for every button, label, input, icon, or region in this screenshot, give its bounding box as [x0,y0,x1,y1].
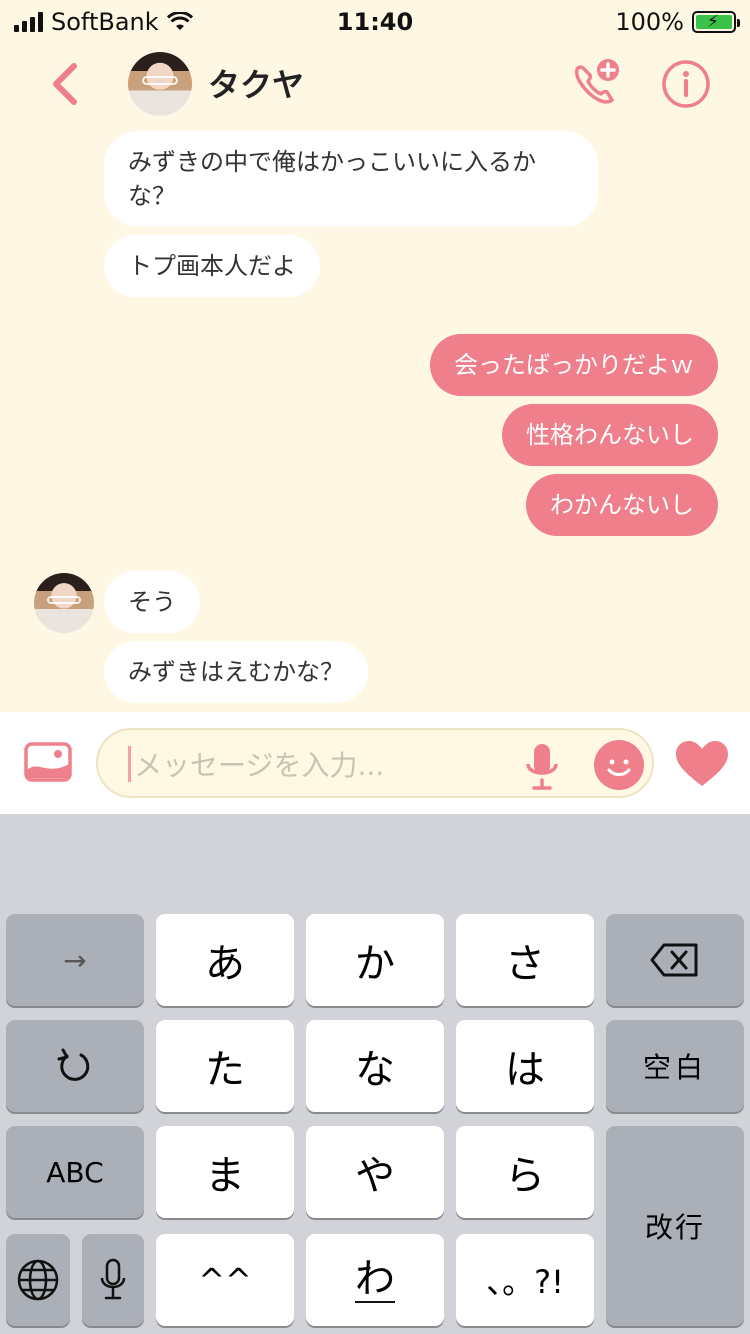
key-ra[interactable]: ら [456,1126,594,1218]
key-ya[interactable]: や [306,1126,444,1218]
battery-percent: 100% [615,8,684,36]
chat-header: タクヤ [0,44,750,128]
message-outgoing: 性格わんないし [502,404,718,466]
message-input-bar: メッセージを入力... [0,712,750,814]
key-kaomoji[interactable]: ^^ [156,1234,294,1326]
dictation-key[interactable] [82,1234,144,1326]
backspace-icon [650,943,698,977]
key-ka[interactable]: か [306,914,444,1006]
globe-key[interactable] [6,1234,70,1326]
microphone-icon [100,1258,126,1300]
return-key[interactable]: 改行 [606,1126,744,1326]
contact-avatar[interactable] [128,52,192,116]
status-bar: SoftBank 11:40 100% ⚡ [0,0,750,40]
message-outgoing: わかんないし [526,474,718,536]
message-incoming: みずきの中で俺はかっこいいに入るかな？ [104,131,598,227]
info-icon[interactable] [656,54,716,114]
sender-avatar[interactable] [34,573,94,633]
key-wa[interactable]: わ [306,1234,444,1326]
heart-icon[interactable] [674,740,730,788]
add-call-icon[interactable] [566,54,626,114]
voice-input-icon[interactable] [522,742,562,792]
key-wa-label: わ [355,1256,395,1303]
message-input-placeholder: メッセージを入力... [134,749,385,782]
key-ha[interactable]: は [456,1020,594,1112]
undo-key[interactable] [6,1020,144,1112]
key-ma[interactable]: ま [156,1126,294,1218]
key-punctuation[interactable]: 、。?! [456,1234,594,1326]
message-input[interactable]: メッセージを入力... [96,728,654,798]
key-na[interactable]: な [306,1020,444,1112]
message-incoming: トプ画本人だよ [104,235,320,297]
key-sa[interactable]: さ [456,914,594,1006]
text-caret [128,746,131,782]
globe-icon [17,1259,59,1301]
abc-key[interactable]: ABC [6,1126,144,1218]
battery-icon: ⚡ [692,11,740,33]
key-arrow[interactable]: → [6,914,144,1006]
delete-key[interactable] [606,914,744,1006]
key-ta[interactable]: た [156,1020,294,1112]
contact-name: タクヤ [208,66,305,104]
message-incoming: そう [104,571,200,633]
image-icon[interactable] [24,742,72,782]
keyboard: → あ か さ た な は 空白 ABC ま や ら 改行 ^^ わ 、。?! [0,814,750,1334]
sticker-icon[interactable] [594,740,644,790]
space-key[interactable]: 空白 [606,1020,744,1112]
back-chevron-icon[interactable] [46,60,86,108]
key-a[interactable]: あ [156,914,294,1006]
message-incoming: みずきはえむかな？ [104,641,368,703]
undo-icon [57,1048,90,1081]
message-outgoing: 会ったばっかりだよｗ [430,334,718,396]
